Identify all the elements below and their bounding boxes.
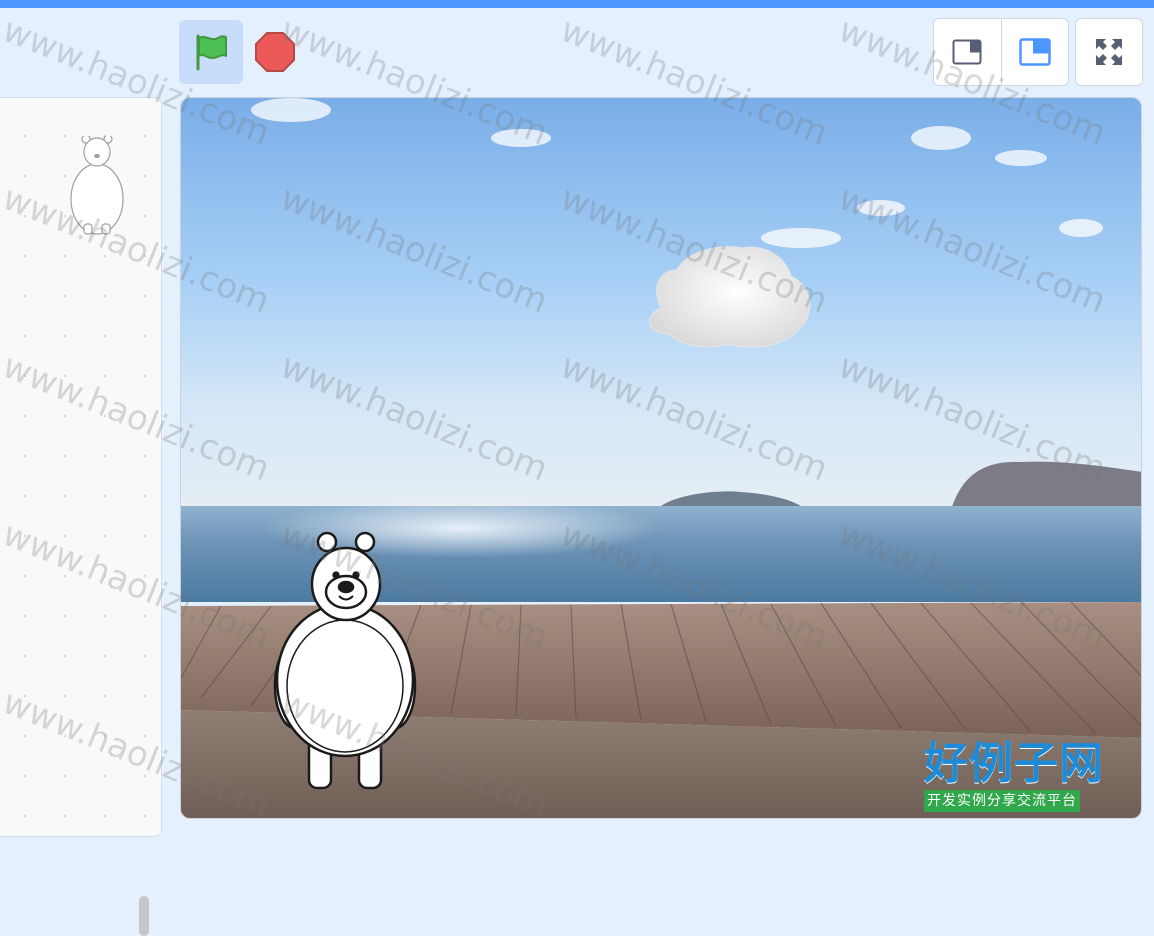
fullscreen-button[interactable]: [1075, 18, 1143, 86]
stop-sign-icon: [255, 32, 295, 72]
fullscreen-icon: [1096, 39, 1122, 65]
normal-stage-layout-icon: [1019, 38, 1051, 66]
small-stage-button[interactable]: [934, 19, 1001, 85]
watermark-logo: 好例子网 开发实例分享交流平台: [924, 738, 1112, 818]
small-stage-layout-icon: [952, 39, 982, 65]
watermark-logo-main: 好例子网: [924, 738, 1104, 789]
stage-canvas[interactable]: [180, 97, 1142, 819]
stage-size-toggle: [933, 18, 1069, 86]
stop-button[interactable]: [251, 28, 299, 76]
code-area-panel: [0, 97, 162, 936]
vertical-scrollbar[interactable]: [139, 896, 149, 936]
green-flag-icon: [196, 34, 227, 71]
green-flag-button[interactable]: [179, 20, 243, 84]
normal-stage-button[interactable]: [1000, 19, 1069, 85]
sprite-thumbnail-polar-bear[interactable]: [67, 136, 127, 236]
watermark-logo-sub: 开发实例分享交流平台: [924, 790, 1080, 812]
top-accent-bar: [0, 0, 1154, 8]
